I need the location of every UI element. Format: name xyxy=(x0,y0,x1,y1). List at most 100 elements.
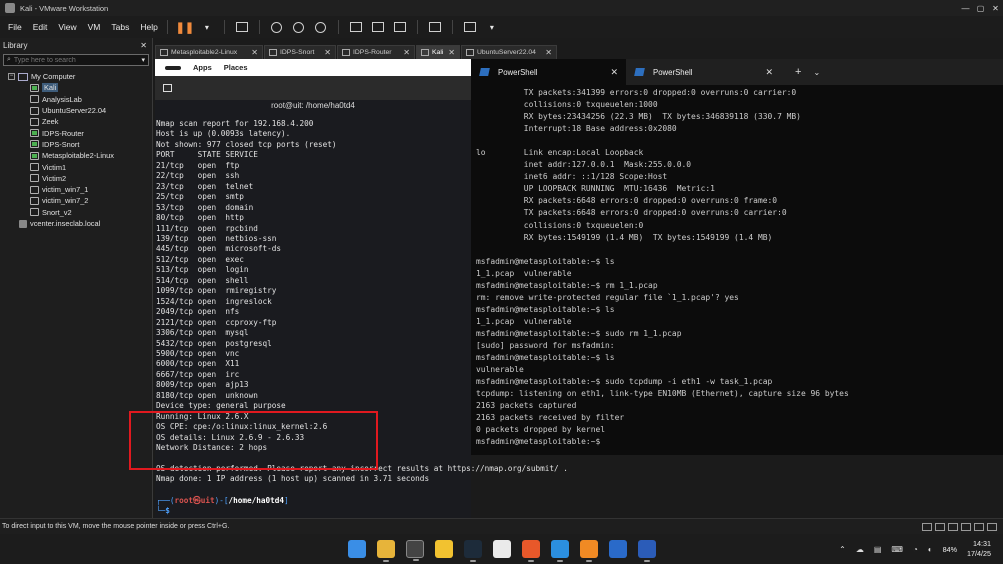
console-view-icon[interactable] xyxy=(428,20,442,34)
tab-powershell-2[interactable]: PowerShell ✕ xyxy=(626,59,781,85)
tree-my-computer[interactable]: − My Computer xyxy=(0,71,152,82)
vscode-icon[interactable] xyxy=(551,540,569,562)
word-icon[interactable] xyxy=(638,540,656,562)
search-icon: ⌕ xyxy=(7,56,11,63)
tab-metasploitable2[interactable]: Metasploitable2-Linux ✕ xyxy=(155,45,263,59)
onedrive-icon[interactable]: ☁ xyxy=(856,545,864,554)
wifi-icon[interactable]: ◔ xyxy=(913,545,918,554)
tree-vm-item[interactable]: Metasploitable2-Linux xyxy=(0,150,152,161)
menu-file[interactable]: File xyxy=(8,22,22,32)
menu-view[interactable]: View xyxy=(58,22,76,32)
terminal-header xyxy=(155,76,471,100)
terminal-icon[interactable] xyxy=(406,540,424,561)
revert-snapshot-icon[interactable] xyxy=(292,20,306,34)
terminal-line: [sudo] password for msfadmin: xyxy=(476,340,615,350)
terminal-line: TX packets:6648 errors:0 dropped:0 overr… xyxy=(476,208,787,218)
wireshark-icon[interactable] xyxy=(609,540,627,558)
tab-ubuntuserver[interactable]: UbuntuServer22.04 ✕ xyxy=(461,45,557,59)
network-icon[interactable] xyxy=(948,522,958,531)
activities-icon[interactable] xyxy=(165,65,181,70)
library-search-input[interactable] xyxy=(13,56,134,64)
display-icon[interactable] xyxy=(987,522,997,531)
close-tab-icon[interactable]: ✕ xyxy=(610,67,618,78)
volume-icon[interactable]: ◐ xyxy=(928,545,933,554)
stretch-dropdown-icon[interactable]: ▾ xyxy=(485,20,499,34)
cd-icon[interactable] xyxy=(935,522,945,531)
tree-vm-kali[interactable]: Kali xyxy=(0,82,152,93)
apps-menu[interactable]: Apps xyxy=(193,63,212,72)
usb-icon[interactable] xyxy=(974,522,984,531)
tab-dropdown-icon[interactable]: ⌄ xyxy=(813,68,820,77)
close-tab-icon[interactable]: ✕ xyxy=(324,48,331,57)
close-tab-icon[interactable]: ✕ xyxy=(765,67,773,78)
powershell-tabs: PowerShell ✕ PowerShell ✕ + ⌄ xyxy=(471,59,1003,85)
file-explorer-icon[interactable] xyxy=(377,540,395,562)
tree-server-item[interactable]: vcenter.inseclab.local xyxy=(0,218,152,229)
start-icon[interactable] xyxy=(348,540,366,558)
minimize-button[interactable]: — xyxy=(958,0,973,16)
pause-icon[interactable]: ❚❚ xyxy=(176,20,194,34)
menu-tabs[interactable]: Tabs xyxy=(111,22,129,32)
tree-vm-item[interactable]: Victim2 xyxy=(0,173,152,184)
close-tab-icon[interactable]: ✕ xyxy=(251,48,258,57)
tab-idps-router[interactable]: IDPS-Router ✕ xyxy=(337,45,415,59)
keyboard-icon[interactable]: ⌨ xyxy=(891,545,903,554)
send-ctrl-alt-del-icon[interactable] xyxy=(235,20,249,34)
sticky-notes-icon[interactable] xyxy=(435,540,453,558)
close-tab-icon[interactable]: ✕ xyxy=(403,48,410,57)
chevron-up-icon[interactable]: ⌃ xyxy=(839,545,846,554)
highlight-box xyxy=(129,411,378,470)
tree-vm-item[interactable]: victim_win7_1 xyxy=(0,184,152,195)
tree-vm-item[interactable]: AnalysisLab xyxy=(0,94,152,105)
tree-vm-item[interactable]: Victim1 xyxy=(0,161,152,172)
search-dropdown-icon[interactable]: ▾ xyxy=(141,56,145,64)
tab-powershell-1[interactable]: PowerShell ✕ xyxy=(471,59,626,85)
tree-vm-item[interactable]: Zeek xyxy=(0,116,152,127)
library-search[interactable]: ⌕ ▾ xyxy=(3,54,149,66)
menu-help[interactable]: Help xyxy=(140,22,157,32)
clock[interactable]: 14:31 17/4/25 xyxy=(967,539,991,559)
kali-prompt[interactable]: ┌──(root㉿uit)-[/home/ha0td4] └─$ xyxy=(156,495,289,515)
menu-vm[interactable]: VM xyxy=(88,22,101,32)
tree-vm-item[interactable]: UbuntuServer22.04 xyxy=(0,105,152,116)
terminal-line: msfadmin@metasploitable:~$ ls xyxy=(476,304,615,314)
battery-percent[interactable]: 84% xyxy=(943,545,957,554)
tree-vm-item[interactable]: victim_win7_2 xyxy=(0,195,152,206)
snapshot-manager-icon[interactable] xyxy=(314,20,328,34)
terminal-line: msfadmin@metasploitable:~$ rm 1_1.pcap xyxy=(476,280,658,290)
snipping-tool-icon[interactable] xyxy=(493,540,511,558)
show-library-icon[interactable] xyxy=(349,20,363,34)
vmware-icon[interactable] xyxy=(580,540,598,562)
dropdown-icon[interactable]: ▾ xyxy=(200,20,214,34)
brave-icon[interactable] xyxy=(522,540,540,562)
stretch-guest-icon[interactable] xyxy=(463,20,477,34)
new-tab-icon[interactable]: + xyxy=(795,66,801,78)
hdd-icon[interactable] xyxy=(922,522,932,531)
close-button[interactable]: ✕ xyxy=(988,0,1003,16)
menubar: File Edit View VM Tabs Help ❚❚ ▾ ▾ xyxy=(0,16,1003,38)
menu-edit[interactable]: Edit xyxy=(33,22,48,32)
snapshot-icon[interactable] xyxy=(270,20,284,34)
close-tab-icon[interactable]: ✕ xyxy=(545,48,552,57)
library-close-icon[interactable]: ✕ xyxy=(140,41,147,50)
window-titlebar: Kali - VMware Workstation — ▢ ✕ xyxy=(0,0,1003,16)
app-icon[interactable] xyxy=(464,540,482,562)
tab-idps-snort[interactable]: IDPS-Snort ✕ xyxy=(264,45,336,59)
network-icon[interactable] xyxy=(961,522,971,531)
tree-vm-item[interactable]: IDPS-Router xyxy=(0,127,152,138)
tree-vm-item[interactable]: Snort_v2 xyxy=(0,207,152,218)
tray-icon[interactable]: ▤ xyxy=(874,545,882,554)
places-menu[interactable]: Places xyxy=(224,63,248,72)
collapse-icon[interactable]: − xyxy=(8,73,15,81)
vm-icon xyxy=(30,117,39,126)
tab-kali[interactable]: Kali ✕ xyxy=(416,45,460,59)
close-tab-icon[interactable]: ✕ xyxy=(448,48,455,57)
powershell-window[interactable]: PowerShell ✕ PowerShell ✕ + ⌄ TX packets… xyxy=(471,59,1003,455)
vm-icon xyxy=(30,163,39,172)
tree-vm-item[interactable]: IDPS-Snort xyxy=(0,139,152,150)
thumbnail-bar-icon[interactable] xyxy=(371,20,385,34)
vm-icon xyxy=(30,196,39,205)
full-screen-icon[interactable] xyxy=(393,20,407,34)
vm-tab-icon xyxy=(342,49,350,56)
maximize-button[interactable]: ▢ xyxy=(973,0,988,16)
